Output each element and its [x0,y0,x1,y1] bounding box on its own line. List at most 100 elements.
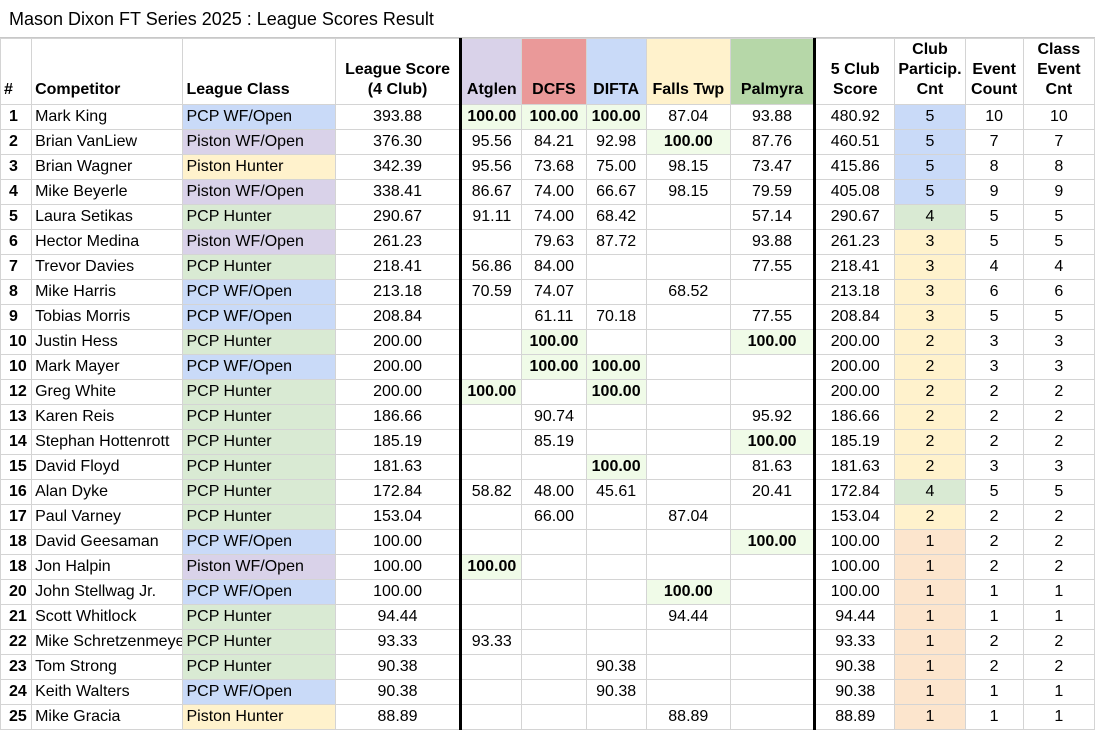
league-class-cell[interactable]: PCP Hunter [182,254,336,280]
rank-cell[interactable]: 13 [0,404,33,430]
event-count-cell[interactable]: 1 [964,704,1024,730]
col-header-class-event-cnt[interactable]: Class Event Cnt [1022,38,1095,105]
atglen-score-cell[interactable]: 91.11 [459,204,523,230]
rank-cell[interactable]: 10 [0,329,33,355]
event-count-cell[interactable]: 10 [964,104,1024,130]
col-header-difta[interactable]: DIFTA [585,38,647,105]
falls-twp-score-cell[interactable]: 94.44 [645,604,731,630]
atglen-score-cell[interactable] [459,229,523,255]
falls-twp-score-cell[interactable] [645,679,731,705]
5-club-score-cell[interactable]: 200.00 [814,354,896,380]
col-header-competitor[interactable]: Competitor [31,38,184,105]
event-count-cell[interactable]: 5 [964,229,1024,255]
atglen-score-cell[interactable]: 100.00 [459,379,523,405]
col-header-falls-twp[interactable]: Falls Twp [645,38,731,105]
palmyra-score-cell[interactable] [729,554,817,580]
5-club-score-cell[interactable]: 218.41 [814,254,896,280]
league-score-cell[interactable]: 261.23 [334,229,462,255]
club-particip-cell[interactable]: 1 [894,704,966,730]
dcfs-score-cell[interactable] [521,704,587,730]
5-club-score-cell[interactable]: 181.63 [814,454,896,480]
atglen-score-cell[interactable] [459,329,523,355]
falls-twp-score-cell[interactable]: 88.89 [645,704,731,730]
competitor-cell[interactable]: Mark King [31,104,184,130]
league-score-cell[interactable]: 338.41 [334,179,462,205]
event-count-cell[interactable]: 3 [964,329,1024,355]
rank-cell[interactable]: 25 [0,704,33,730]
dcfs-score-cell[interactable]: 85.19 [521,429,587,455]
competitor-cell[interactable]: Brian Wagner [31,154,184,180]
dcfs-score-cell[interactable] [521,629,587,655]
class-event-cnt-cell[interactable]: 1 [1022,579,1095,605]
palmyra-score-cell[interactable] [729,579,817,605]
class-event-cnt-cell[interactable]: 2 [1022,629,1095,655]
rank-cell[interactable]: 8 [0,279,33,305]
competitor-cell[interactable]: Tom Strong [31,654,184,680]
league-class-cell[interactable]: PCP WF/Open [182,529,336,555]
atglen-score-cell[interactable]: 70.59 [459,279,523,305]
rank-cell[interactable]: 10 [0,354,33,380]
atglen-score-cell[interactable]: 100.00 [459,554,523,580]
atglen-score-cell[interactable] [459,704,523,730]
5-club-score-cell[interactable]: 88.89 [814,704,896,730]
league-score-cell[interactable]: 100.00 [334,554,462,580]
event-count-cell[interactable]: 6 [964,279,1024,305]
palmyra-score-cell[interactable]: 93.88 [729,229,817,255]
dcfs-score-cell[interactable] [521,679,587,705]
competitor-cell[interactable]: Jon Halpin [31,554,184,580]
league-class-cell[interactable]: PCP WF/Open [182,279,336,305]
difta-score-cell[interactable]: 90.38 [585,679,647,705]
rank-cell[interactable]: 6 [0,229,33,255]
dcfs-score-cell[interactable] [521,454,587,480]
palmyra-score-cell[interactable]: 77.55 [729,304,817,330]
league-score-cell[interactable]: 88.89 [334,704,462,730]
club-particip-cell[interactable]: 3 [894,254,966,280]
falls-twp-score-cell[interactable] [645,654,731,680]
5-club-score-cell[interactable]: 186.66 [814,404,896,430]
event-count-cell[interactable]: 5 [964,479,1024,505]
rank-cell[interactable]: 14 [0,429,33,455]
palmyra-score-cell[interactable]: 20.41 [729,479,817,505]
difta-score-cell[interactable]: 68.42 [585,204,647,230]
competitor-cell[interactable]: Mike Schretzenmeyer [31,629,184,655]
falls-twp-score-cell[interactable]: 100.00 [645,129,731,155]
class-event-cnt-cell[interactable]: 1 [1022,679,1095,705]
5-club-score-cell[interactable]: 261.23 [814,229,896,255]
class-event-cnt-cell[interactable]: 1 [1022,704,1095,730]
dcfs-score-cell[interactable]: 100.00 [521,329,587,355]
falls-twp-score-cell[interactable]: 98.15 [645,154,731,180]
club-particip-cell[interactable]: 3 [894,304,966,330]
5-club-score-cell[interactable]: 200.00 [814,329,896,355]
league-class-cell[interactable]: PCP Hunter [182,379,336,405]
dcfs-score-cell[interactable]: 48.00 [521,479,587,505]
atglen-score-cell[interactable] [459,429,523,455]
palmyra-score-cell[interactable]: 93.88 [729,104,817,130]
event-count-cell[interactable]: 2 [964,529,1024,555]
league-score-cell[interactable]: 200.00 [334,379,462,405]
atglen-score-cell[interactable] [459,654,523,680]
league-score-cell[interactable]: 94.44 [334,604,462,630]
league-class-cell[interactable]: PCP Hunter [182,479,336,505]
dcfs-score-cell[interactable] [521,379,587,405]
event-count-cell[interactable]: 4 [964,254,1024,280]
falls-twp-score-cell[interactable] [645,204,731,230]
league-class-cell[interactable]: PCP WF/Open [182,354,336,380]
rank-cell[interactable]: 18 [0,529,33,555]
class-event-cnt-cell[interactable]: 10 [1022,104,1095,130]
rank-cell[interactable]: 24 [0,679,33,705]
league-score-cell[interactable]: 208.84 [334,304,462,330]
league-score-cell[interactable]: 172.84 [334,479,462,505]
league-score-cell[interactable]: 93.33 [334,629,462,655]
club-particip-cell[interactable]: 1 [894,679,966,705]
competitor-cell[interactable]: Mike Beyerle [31,179,184,205]
5-club-score-cell[interactable]: 480.92 [814,104,896,130]
palmyra-score-cell[interactable]: 87.76 [729,129,817,155]
competitor-cell[interactable]: Laura Setikas [31,204,184,230]
palmyra-score-cell[interactable]: 81.63 [729,454,817,480]
dcfs-score-cell[interactable]: 90.74 [521,404,587,430]
falls-twp-score-cell[interactable] [645,329,731,355]
5-club-score-cell[interactable]: 213.18 [814,279,896,305]
competitor-cell[interactable]: Karen Reis [31,404,184,430]
league-score-cell[interactable]: 186.66 [334,404,462,430]
difta-score-cell[interactable] [585,554,647,580]
